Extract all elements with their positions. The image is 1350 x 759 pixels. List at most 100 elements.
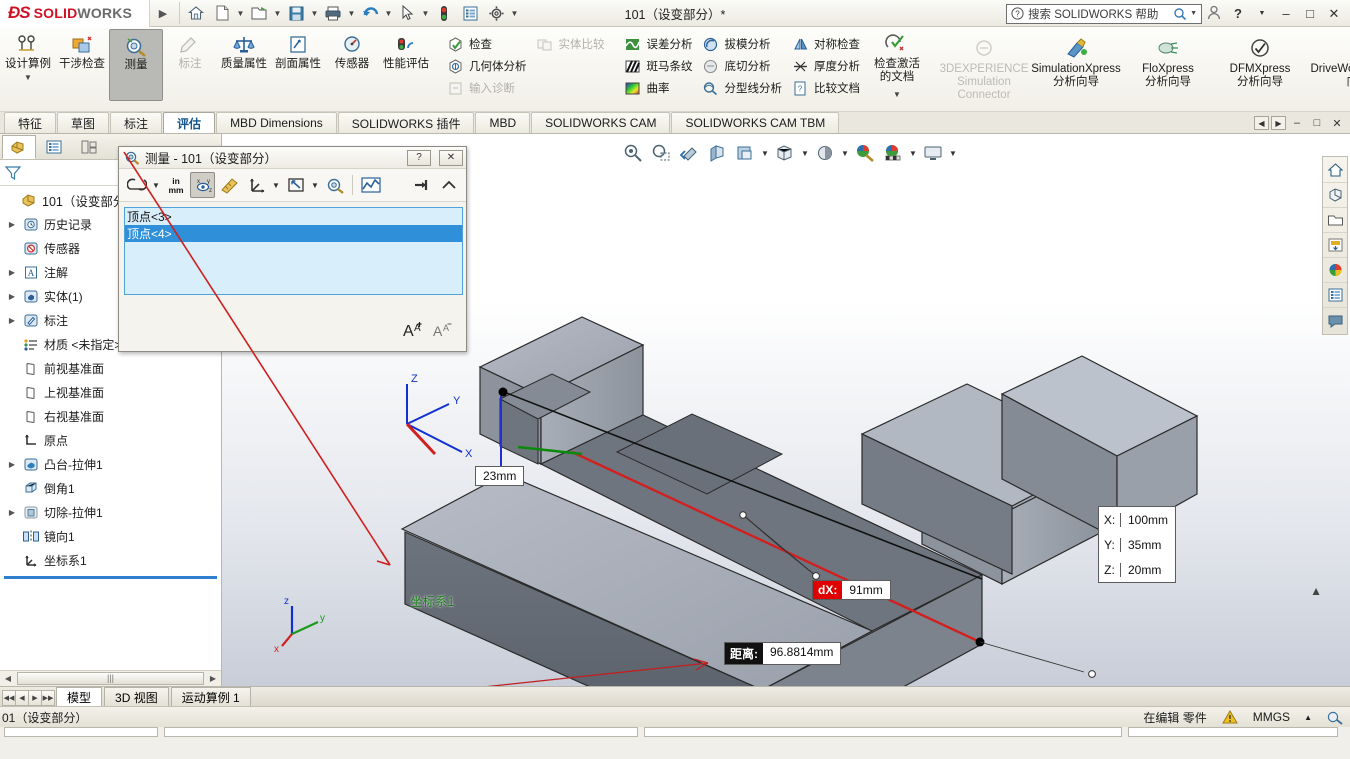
ribbon-btn-check-active-document[interactable]: 检查激活 的文档 ▼: [866, 29, 928, 101]
pin-icon[interactable]: [409, 172, 434, 198]
scroll-right-icon[interactable]: ▶: [205, 674, 221, 683]
zoom-to-area-icon[interactable]: [648, 140, 674, 166]
collapse-chevron-icon[interactable]: [436, 172, 461, 198]
tree-expander[interactable]: ▶: [6, 268, 18, 277]
ribbon-btn-symmetry-check[interactable]: 对称检查: [788, 33, 866, 55]
chevron-down-icon[interactable]: ▼: [760, 149, 770, 158]
custom-properties-icon[interactable]: [1323, 283, 1347, 308]
measure-history-icon[interactable]: [322, 172, 347, 198]
chevron-down-icon[interactable]: ▼: [271, 181, 281, 190]
help-search-box[interactable]: ? 搜索 SOLIDWORKS 帮助 ▼: [1006, 3, 1202, 24]
next-document-button[interactable]: ▶: [1271, 116, 1286, 130]
ribbon-btn-zebra-stripes[interactable]: 斑马条纹: [621, 55, 699, 77]
view-palette-icon[interactable]: [1323, 233, 1347, 258]
ribbon-btn-section-properties[interactable]: 剖面属性: [271, 29, 325, 101]
xyz-coordinate-box[interactable]: X: 100mm Y: 35mm Z: 20mm: [1098, 506, 1176, 583]
tab-mbd-dimensions[interactable]: MBD Dimensions: [216, 112, 337, 133]
ribbon-btn-geometry-analysis[interactable]: 几何体分析: [443, 55, 533, 77]
ribbon-btn-simulationxpress[interactable]: SimulationXpress 分析向导: [1030, 29, 1122, 89]
tab-solidworks-addins[interactable]: SOLIDWORKS 插件: [337, 112, 475, 133]
help-icon[interactable]: ?: [1226, 6, 1250, 21]
feature-tree-scrollbar[interactable]: ◀ ||| ▶: [0, 670, 221, 686]
status-units[interactable]: MMGS: [1253, 710, 1290, 724]
chevron-down-icon[interactable]: ▼: [893, 88, 901, 101]
ribbon-btn-dfmxpress[interactable]: DFMXpress 分析向导: [1214, 29, 1306, 89]
decrease-font-icon[interactable]: AA: [432, 319, 454, 343]
ribbon-btn-undercut-analysis[interactable]: 底切分析: [699, 55, 789, 77]
section-view-icon[interactable]: [704, 140, 730, 166]
search-caret-icon[interactable]: ▼: [1190, 10, 1197, 17]
chevron-down-icon[interactable]: ▼: [908, 149, 918, 158]
tree-item-coordinate-system1[interactable]: 坐标系1: [2, 548, 221, 572]
callout-23mm[interactable]: 23mm: [475, 466, 525, 486]
xyz-projection-icon[interactable]: xyz: [190, 172, 215, 198]
next-tab-button[interactable]: ▶: [28, 690, 42, 706]
tree-item-boss-extrude1[interactable]: ▶ 凸台-拉伸1: [2, 452, 221, 476]
maximize-button[interactable]: □: [1298, 6, 1322, 21]
measure-dialog[interactable]: 测量 - 101（设变部分） ? ✕ ▼ in mm xyz ▼ ▼ 顶点<3>…: [118, 146, 467, 352]
tab-sketch[interactable]: 草图: [57, 112, 110, 133]
ribbon-btn-check[interactable]: 检查: [443, 33, 533, 55]
feature-manager-tab[interactable]: [2, 134, 36, 159]
tree-expander[interactable]: ▶: [6, 316, 18, 325]
tree-expander[interactable]: ▶: [6, 460, 18, 469]
ribbon-btn-markup[interactable]: 标注: [163, 29, 217, 101]
tab-markup[interactable]: 标注: [110, 112, 163, 133]
ribbon-btn-interference[interactable]: 干涉检查: [55, 29, 109, 101]
bottom-tab-3dviews[interactable]: 3D 视图: [104, 687, 169, 706]
scroll-thumb[interactable]: |||: [17, 672, 204, 685]
ribbon-btn-import-diagnostics[interactable]: 输入诊断: [443, 77, 533, 99]
display-style-icon[interactable]: [812, 140, 838, 166]
ribbon-btn-draft-analysis[interactable]: 拔模分析: [699, 33, 789, 55]
measure-selection-list[interactable]: 顶点<3> 顶点<4>: [124, 207, 463, 295]
close-button[interactable]: ✕: [1322, 6, 1346, 22]
tree-item-top-plane[interactable]: 上视基准面: [2, 380, 221, 404]
bottom-tab-motion-study[interactable]: 运动算例 1: [170, 687, 251, 706]
view-orientation-icon[interactable]: [772, 140, 798, 166]
minimize-document-button[interactable]: –: [1288, 115, 1306, 131]
tab-features[interactable]: 特征: [4, 112, 57, 133]
previous-view-icon[interactable]: [676, 140, 702, 166]
chevron-down-icon[interactable]: ▼: [840, 149, 850, 158]
first-tab-button[interactable]: ◀◀: [2, 690, 16, 706]
tree-item-chamfer1[interactable]: 倒角1: [2, 476, 221, 500]
units-precision-icon[interactable]: in mm: [163, 172, 188, 198]
tab-solidworks-cam-tbm[interactable]: SOLIDWORKS CAM TBM: [671, 112, 840, 133]
file-explorer-icon[interactable]: [1323, 208, 1347, 233]
increase-font-icon[interactable]: AA: [402, 319, 424, 343]
coordinate-system-icon[interactable]: [244, 172, 269, 198]
ribbon-btn-thickness-analysis[interactable]: 厚度分析: [788, 55, 866, 77]
ribbon-btn-curvature[interactable]: 曲率: [621, 77, 699, 99]
chevron-down-icon[interactable]: ▼: [948, 149, 958, 158]
ribbon-btn-driveworksxpress[interactable]: DriveWorksXpress 向导: [1306, 29, 1350, 89]
account-icon[interactable]: [1202, 5, 1226, 23]
configuration-manager-tab[interactable]: [72, 135, 106, 159]
prev-tab-button[interactable]: ◀: [15, 690, 29, 706]
ribbon-btn-compare-documents[interactable]: ? 比较文档: [788, 77, 866, 99]
sketch-relation-icon[interactable]: [1326, 709, 1344, 725]
minimize-button[interactable]: –: [1274, 6, 1298, 21]
arc-condition-icon[interactable]: [124, 172, 149, 198]
tree-item-cut-extrude1[interactable]: ▶ 切除-拉伸1: [2, 500, 221, 524]
chevron-down-icon[interactable]: ▼: [151, 181, 161, 190]
callout-distance[interactable]: 距离: 96.8814mm: [724, 642, 842, 665]
callout-dx[interactable]: dX: 91mm: [812, 580, 891, 600]
prev-document-button[interactable]: ◀: [1254, 116, 1269, 130]
expand-panel-chevron-icon[interactable]: ▲: [1310, 584, 1322, 598]
measure-dialog-titlebar[interactable]: 测量 - 101（设变部分） ? ✕: [119, 147, 466, 169]
tree-expander[interactable]: ▶: [6, 292, 18, 301]
tree-item-right-plane[interactable]: 右视基准面: [2, 404, 221, 428]
ribbon-btn-measure[interactable]: 测量: [109, 29, 163, 101]
tree-item-mirror1[interactable]: 镜向1: [2, 524, 221, 548]
ribbon-btn-performance[interactable]: 性能评估: [379, 29, 433, 101]
show-xyz-graph-icon[interactable]: [358, 172, 383, 198]
last-tab-button[interactable]: ▶▶: [41, 690, 55, 706]
warning-icon[interactable]: [1221, 709, 1239, 725]
tab-mbd[interactable]: MBD: [475, 112, 531, 133]
chevron-down-icon[interactable]: ▼: [24, 71, 32, 84]
scroll-left-icon[interactable]: ◀: [0, 674, 16, 683]
view-settings-icon[interactable]: [920, 140, 946, 166]
measure-close-button[interactable]: ✕: [439, 149, 463, 166]
appearances-scenes-icon[interactable]: [1323, 258, 1347, 283]
ribbon-btn-design-study[interactable]: 设计算例 ▼: [1, 29, 55, 101]
